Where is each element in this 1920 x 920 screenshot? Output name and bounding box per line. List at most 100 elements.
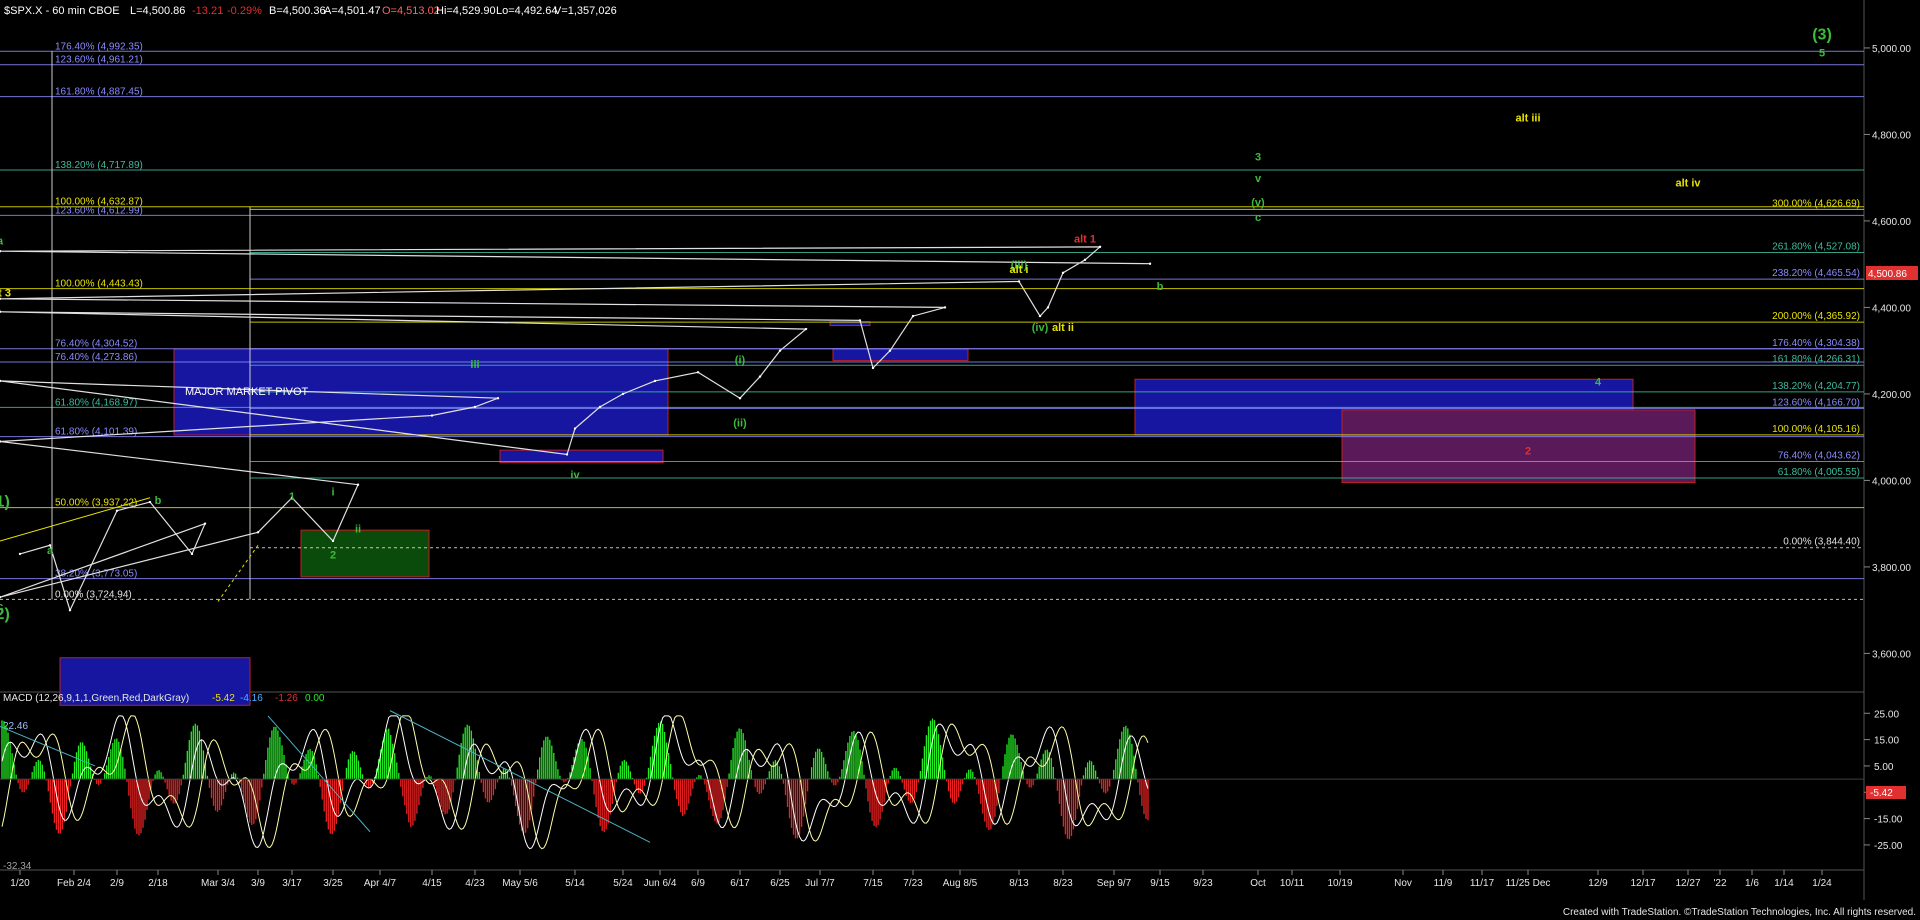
price-point — [68, 608, 72, 612]
last-price-flag-text: 4,500.86 — [1868, 269, 1907, 280]
price-tick-label: 3,600.00 — [1872, 649, 1911, 660]
ask-price: A=4,501.47 — [324, 5, 381, 17]
wave-label: 5 — [1819, 48, 1825, 60]
alt3-small-box — [832, 348, 969, 362]
time-tick-label: Sep 9/7 — [1097, 878, 1132, 889]
time-tick-label: 9/23 — [1193, 878, 1213, 889]
macd-current-flag-text: -5.42 — [1870, 788, 1893, 799]
fib-label-left: 176.40% (4,992.35) — [55, 41, 143, 52]
price-point — [1038, 314, 1042, 318]
fib-label-left: 38.20% (3,773.05) — [55, 569, 137, 580]
fib-label-right: 238.20% (4,465.54) — [1772, 268, 1860, 279]
price-point — [203, 522, 207, 525]
price-point — [598, 405, 602, 409]
time-tick-label: Aug 8/5 — [943, 878, 978, 889]
wave-2-box — [300, 529, 430, 578]
fib-label-left: 161.80% (4,887.45) — [55, 87, 143, 98]
macd-signal: -4.16 — [240, 693, 263, 704]
time-tick-label: Jul 7/7 — [805, 878, 835, 889]
wave-label: alt iii — [1515, 112, 1540, 124]
price-tick-label: 4,000.00 — [1872, 476, 1911, 487]
fib-label-right: 138.20% (4,204.77) — [1772, 381, 1860, 392]
wave-label: iv — [570, 469, 580, 481]
macd-title: MACD (12,26,9,1,1,Green,Red,DarkGray) — [3, 693, 189, 704]
wave-label: ii — [355, 523, 361, 535]
price-tick-label: 4,400.00 — [1872, 303, 1911, 314]
price-point — [115, 509, 119, 512]
time-tick-label: 2/9 — [110, 878, 124, 889]
fib-label-right: 100.00% (4,105.16) — [1772, 424, 1860, 435]
fib-label-left: 123.60% (4,961.21) — [55, 55, 143, 66]
time-tick-label: 9/15 — [1150, 878, 1170, 889]
time-tick-label: 3/25 — [323, 878, 343, 889]
wave-label: alt iv — [1675, 177, 1701, 189]
price-point — [778, 349, 782, 352]
wave-label: 2 — [330, 549, 336, 561]
time-tick-label: 1/20 — [10, 878, 30, 889]
time-tick-label: Feb 2/4 — [57, 878, 91, 889]
macd-value: -5.42 — [212, 693, 235, 704]
time-tick-label: 7/15 — [863, 878, 883, 889]
symbol-label: $SPX.X - 60 min CBOE — [4, 5, 120, 17]
price-change: -13.21 — [192, 5, 223, 17]
time-tick-label: 11/25 Dec — [1506, 878, 1551, 889]
fib-label-right: 76.40% (4,043.62) — [1778, 451, 1860, 462]
fib-label-right: 261.80% (4,527.08) — [1772, 241, 1860, 252]
fib-label-right: 61.80% (4,005.55) — [1778, 467, 1860, 478]
price-point — [430, 414, 434, 417]
price-point — [858, 319, 862, 322]
wave-label: (1) — [0, 493, 10, 510]
macd-tick-label: -25.00 — [1874, 841, 1903, 852]
wave-label: 3 — [1255, 151, 1261, 163]
price-change-pct: -0.29% — [227, 5, 262, 17]
time-tick-label: 11/9 — [1434, 878, 1453, 889]
price-point — [943, 306, 947, 309]
fib-label-left: 61.80% (4,168.97) — [55, 397, 137, 408]
time-tick-label: 1/24 — [1812, 878, 1832, 889]
price-point — [621, 392, 625, 396]
wave-label: b — [155, 495, 162, 507]
low-price: Lo=4,492.64 — [496, 5, 557, 17]
volume: V=1,357,026 — [554, 5, 617, 17]
time-tick-label: 8/23 — [1053, 878, 1073, 889]
time-tick-label: 5/14 — [565, 878, 585, 889]
time-tick-label: '22 — [1713, 878, 1726, 889]
price-point — [331, 539, 335, 543]
wave-label: alt 3 — [0, 288, 11, 300]
wave-label: i — [331, 487, 334, 499]
fib-label-right: 161.80% (4,266.31) — [1772, 354, 1860, 365]
price-point — [653, 379, 657, 383]
price-point — [356, 483, 360, 486]
price-point — [738, 397, 742, 400]
last-price: L=4,500.86 — [130, 5, 185, 17]
chart-canvas: $SPX.X - 60 min CBOE L=4,500.86 -13.21 -… — [0, 0, 1920, 920]
footer-credit: Created with TradeStation. ©TradeStation… — [1563, 907, 1916, 918]
fib-label-right: 176.40% (4,304.38) — [1772, 338, 1860, 349]
price-tick-label: 3,800.00 — [1872, 563, 1911, 574]
price-point — [696, 371, 700, 374]
wave-label: c — [0, 601, 3, 613]
price-point — [1046, 306, 1050, 309]
price-tick-label: 4,600.00 — [1872, 217, 1911, 228]
time-tick-label: 6/25 — [770, 878, 790, 889]
price-point — [1098, 245, 1102, 249]
fib-label-left: 76.40% (4,273.86) — [55, 352, 137, 363]
price-point — [473, 405, 477, 409]
time-tick-label: Jun 6/4 — [644, 878, 677, 889]
price-point — [1148, 262, 1152, 265]
price-point — [496, 397, 500, 400]
time-tick-label: 12/17 — [1630, 878, 1655, 889]
price-point — [911, 314, 915, 318]
time-tick-label: 1/14 — [1774, 878, 1794, 889]
high-price: Hi=4,529.90 — [436, 5, 496, 17]
wave-label: (ii) — [733, 417, 747, 429]
macd-tick-label: -15.00 — [1874, 815, 1903, 826]
price-point — [18, 552, 22, 556]
price-point — [888, 349, 892, 352]
price-point — [758, 375, 762, 378]
time-tick-label: 10/11 — [1280, 878, 1305, 889]
time-tick-label: 8/13 — [1009, 878, 1029, 889]
time-tick-label: May 5/6 — [502, 878, 538, 889]
wave-label: 1 — [289, 491, 295, 503]
time-tick-label: 4/23 — [465, 878, 485, 889]
